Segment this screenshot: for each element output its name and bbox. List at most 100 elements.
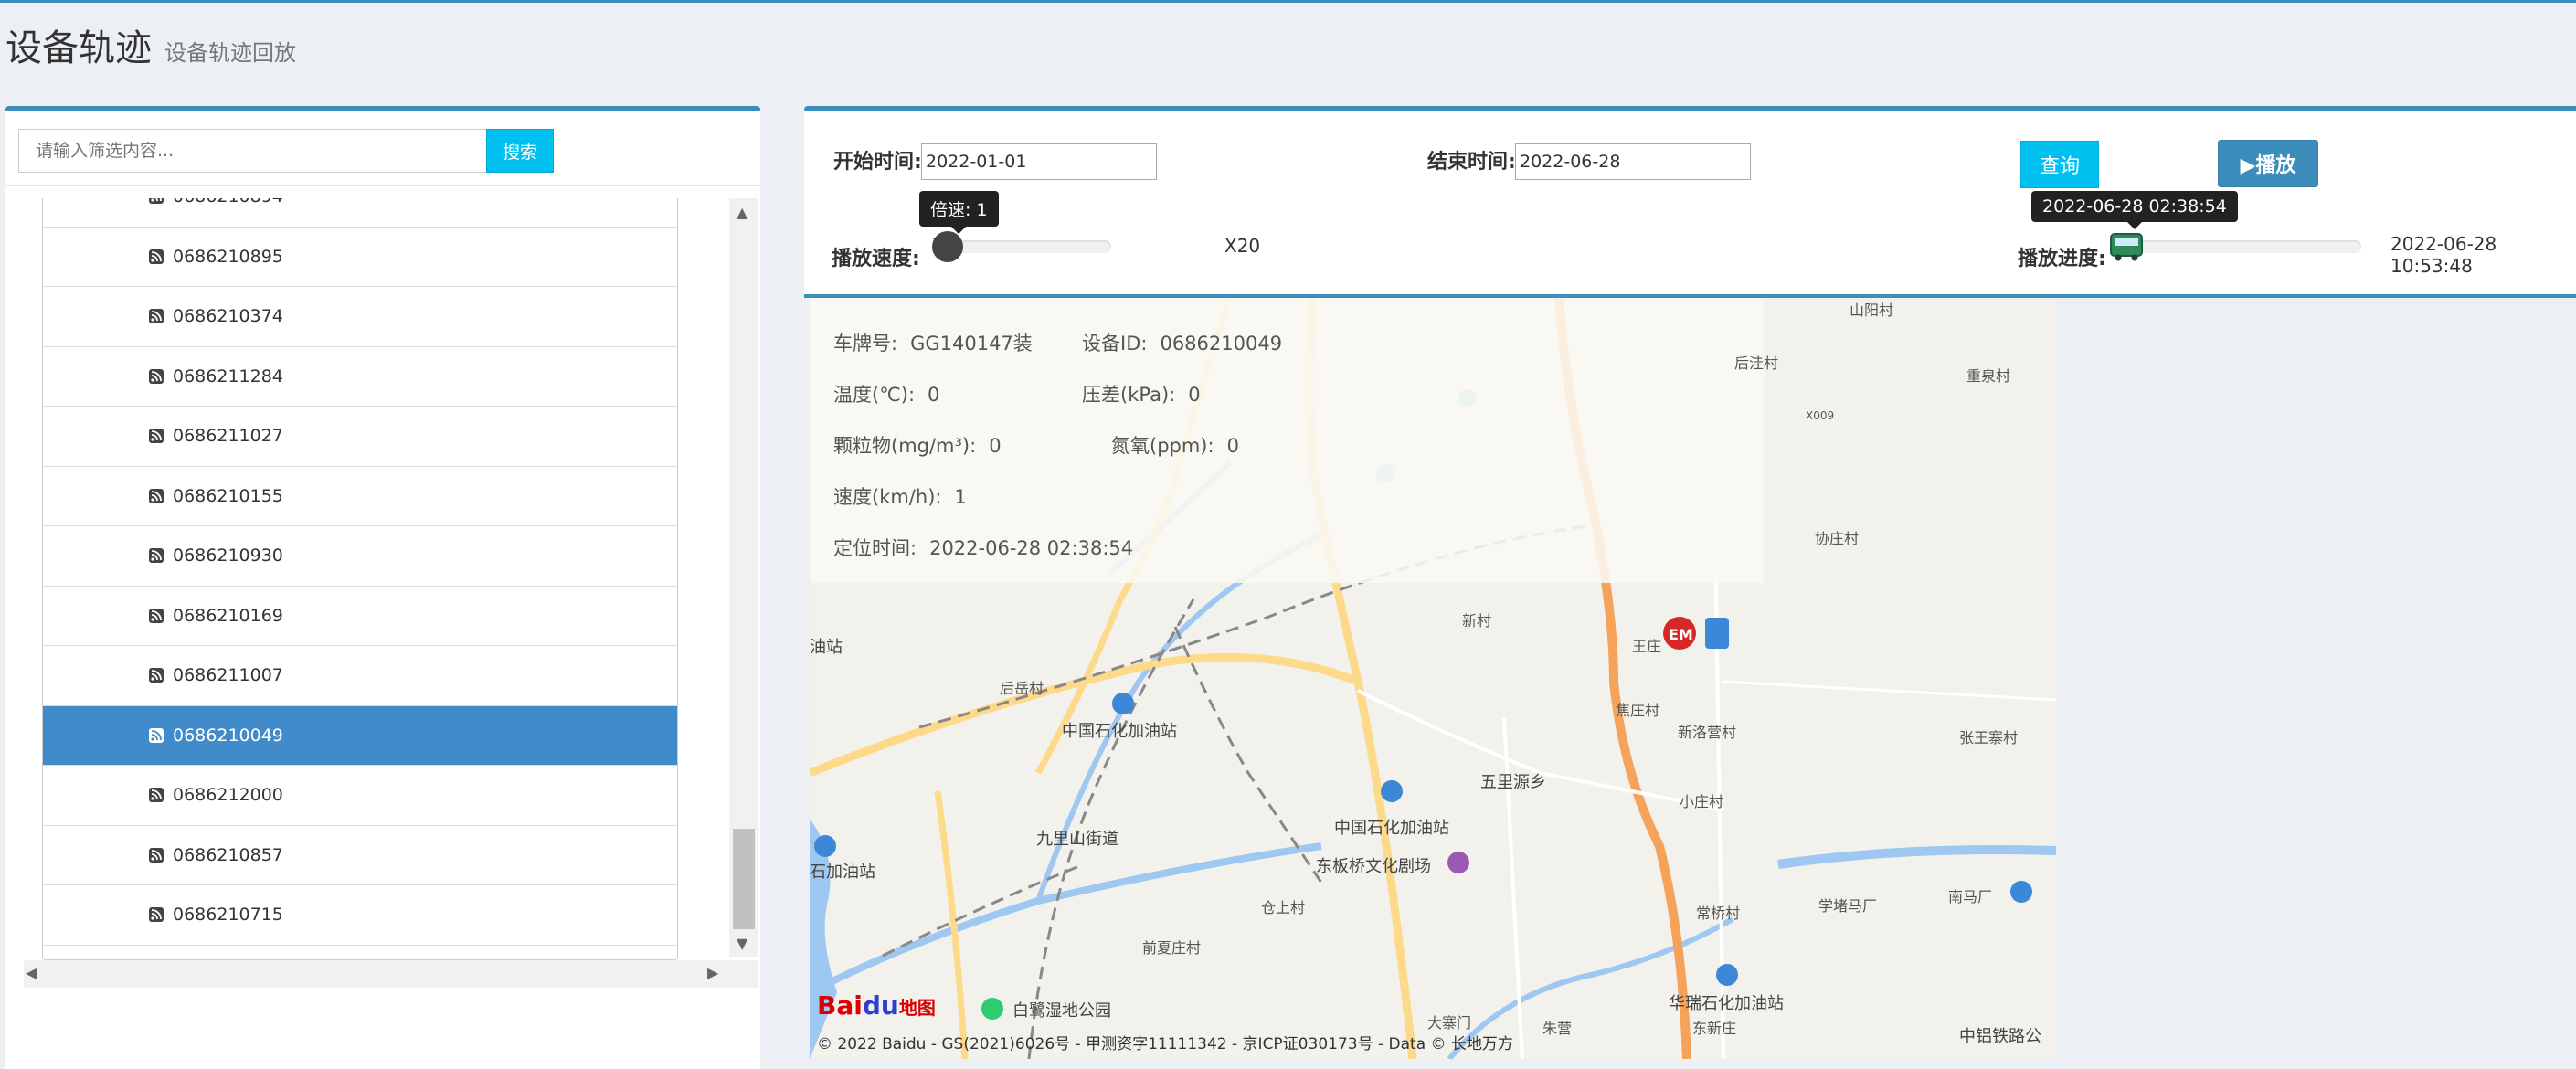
map-label: 新洛营村	[1678, 724, 1737, 741]
map-label: 中国石化加油站	[1334, 819, 1449, 838]
location-time-field: 定位时间: 2022-06-28 02:38:54	[833, 534, 1133, 561]
device-list-item[interactable]: 0686210930	[43, 526, 677, 587]
nox-value: 0	[1226, 435, 1239, 457]
device-list-item[interactable]: 0686210715	[43, 885, 677, 946]
progress-end-time: 2022-06-28 10:53:48	[2390, 233, 2497, 277]
map-label: 重泉村	[1966, 367, 2011, 385]
progress-slider-track[interactable]	[2111, 240, 2361, 253]
device-list-item[interactable]: 0686210374	[43, 287, 677, 347]
device-list-item[interactable]: 0686211284	[43, 346, 677, 407]
speed-label: 播放速度:	[832, 248, 920, 270]
page-subtitle: 设备轨迹回放	[164, 40, 296, 66]
map-label: 学堵马厂	[1818, 897, 1878, 915]
nox-field: 氮氧(ppm): 0	[1111, 431, 1239, 459]
map-label: 中国石化加油站	[1062, 722, 1177, 741]
device-id-text: 0686211007	[173, 665, 283, 686]
scroll-right-icon[interactable]: ▶	[707, 964, 718, 981]
progress-tooltip: 2022-06-28 02:38:54	[2031, 191, 2238, 229]
progress-label: 播放进度:	[2018, 248, 2106, 270]
plate-label: 车牌号:	[833, 333, 898, 355]
map-copyright: © 2022 Baidu - GS(2021)6026号 - 甲测资字11111…	[817, 1035, 1513, 1053]
rss-icon	[149, 488, 164, 503]
query-button[interactable]: 查询	[2020, 141, 2099, 188]
map-label: 前夏庄村	[1142, 939, 1202, 957]
location-time-label: 定位时间:	[833, 537, 917, 559]
rss-icon	[149, 907, 164, 923]
page-title: 设备轨迹	[5, 27, 152, 69]
device-list-item[interactable]: 0686210049	[43, 705, 677, 766]
device-id-text: 0686212000	[173, 785, 283, 806]
search-button[interactable]: 搜索	[486, 129, 554, 173]
nox-label: 氮氧(ppm):	[1111, 435, 1214, 457]
device-list-item[interactable]: 0686211007	[43, 646, 677, 706]
scroll-up-icon[interactable]: ▲	[737, 204, 747, 221]
speed-slider-track[interactable]	[941, 240, 1111, 253]
top-accent-line	[0, 0, 2576, 3]
pressure-label: 压差(kPa):	[1082, 384, 1176, 406]
device-list: 0686210894 0686210895 0686210374 0686211284…	[42, 198, 678, 960]
map-label: 朱营	[1542, 1020, 1573, 1037]
scroll-left-icon[interactable]: ◀	[26, 964, 37, 981]
location-time-value: 2022-06-28 02:38:54	[929, 537, 1134, 559]
bus-icon	[2110, 233, 2143, 261]
device-id-text: 0686210715	[173, 905, 283, 926]
map-label: 中铝铁路公	[1959, 1027, 2041, 1046]
map-label: 焦庄村	[1616, 702, 1660, 719]
device-list-panel: 搜索 0686210894 0686210895 0686210374 0686211…	[5, 106, 760, 1069]
end-time-label: 结束时间:	[1427, 151, 1516, 174]
search-input[interactable]	[18, 129, 486, 173]
device-id-field: 设备ID: 0686210049	[1082, 329, 1282, 356]
horizontal-scrollbar[interactable]: ◀ ▶	[24, 960, 758, 988]
end-time-input[interactable]	[1515, 143, 1751, 180]
map-label: 常桥村	[1696, 905, 1741, 922]
progress-slider-handle[interactable]	[2109, 231, 2144, 262]
device-id-text: 0686210894	[173, 198, 283, 206]
particulate-field: 颗粒物(mg/m³): 0	[833, 431, 1002, 459]
rss-icon	[149, 608, 164, 623]
temperature-value: 0	[928, 384, 940, 406]
start-time-input[interactable]	[921, 143, 1157, 180]
vertical-scrollbar[interactable]: ▲ ▼	[729, 198, 758, 957]
device-id-text: 0686210930	[173, 545, 283, 566]
device-list-item[interactable]: 0686210895	[43, 227, 677, 287]
map-label: 油站	[810, 638, 843, 657]
device-id-text: 0686210155	[173, 485, 283, 506]
map-label: 后洼村	[1734, 355, 1779, 372]
device-id-text: 0686210895	[173, 246, 283, 267]
device-list-item[interactable]: 0686210155	[43, 466, 677, 526]
map-label: 东新庄	[1692, 1020, 1737, 1037]
rss-icon	[149, 198, 164, 205]
device-id-text: 0686211284	[173, 365, 283, 386]
map-label: 协庄村	[1815, 530, 1860, 547]
map-label: 石加油站	[810, 863, 875, 882]
device-list-item[interactable]: 0686210169	[43, 586, 677, 646]
scrollbar-thumb[interactable]	[733, 829, 755, 929]
device-list-item[interactable]: 0686211027	[43, 407, 677, 467]
start-time-label: 开始时间:	[833, 151, 922, 174]
plate-field: 车牌号: GG140147装	[833, 329, 1033, 356]
rss-icon	[149, 249, 164, 264]
scroll-down-icon[interactable]: ▼	[737, 935, 747, 952]
particulate-label: 颗粒物(mg/m³):	[833, 435, 977, 457]
speed-tooltip: 倍速: 1	[919, 191, 999, 234]
map-label: 王庄	[1632, 638, 1662, 655]
map-label: 华瑞石化加油站	[1669, 994, 1784, 1013]
device-list-item[interactable]: 0686210894	[43, 198, 677, 228]
map-label: 大寨门	[1427, 1014, 1472, 1032]
plate-value: GG140147装	[910, 333, 1033, 355]
map-label: 张王寨村	[1959, 729, 2019, 746]
rss-icon	[149, 727, 164, 743]
device-id-text: 0686210857	[173, 844, 283, 865]
road-label: X009	[1806, 409, 1835, 422]
device-list-scroll-area[interactable]: 0686210894 0686210895 0686210374 0686211284…	[24, 198, 758, 990]
map-label: 新村	[1462, 612, 1492, 630]
map-view[interactable]: EM 车牌号: GG140147装 设备ID: 0686210049 温度(℃): 0…	[810, 298, 2056, 1059]
device-list-item[interactable]: 0686212000	[43, 766, 677, 826]
map-label: 九里山街道	[1036, 830, 1118, 849]
device-list-item[interactable]: 0686210857	[43, 825, 677, 885]
divider	[5, 185, 760, 186]
speed-slider-handle[interactable]	[932, 231, 963, 262]
play-button[interactable]: ▶播放	[2218, 140, 2318, 187]
rss-icon	[149, 788, 164, 803]
search-bar: 搜索	[18, 129, 554, 173]
